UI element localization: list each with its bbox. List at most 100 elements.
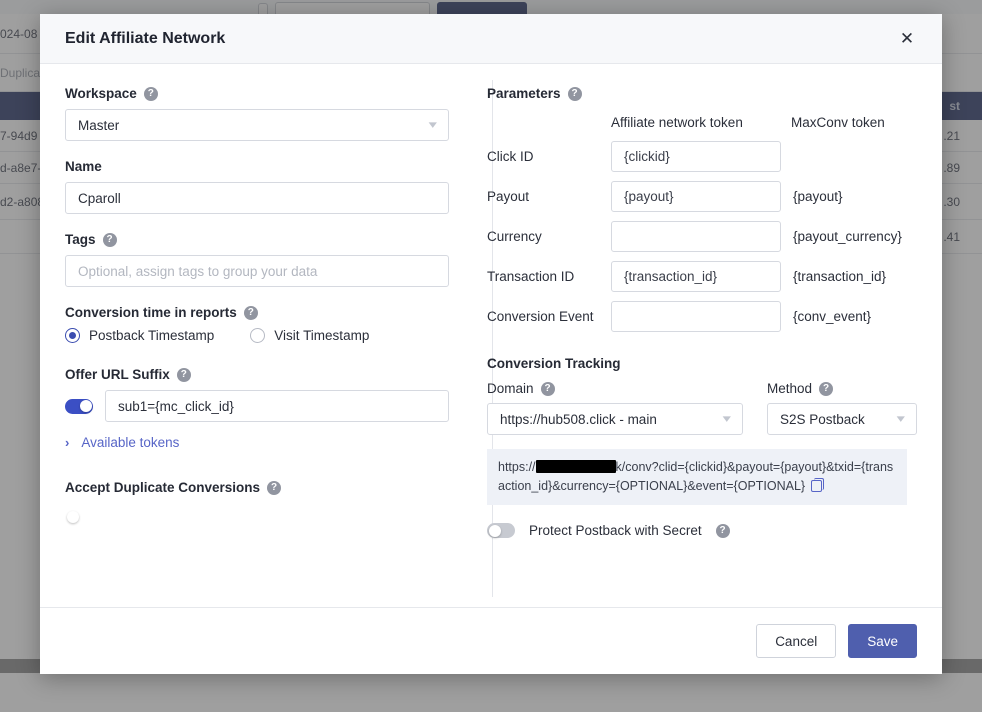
domain-method-row: Domain ? https://hub508.click - main ▾ M… [487,381,917,435]
dialog-body: Workspace ? Master ▾ Name Cparoll Tags ?… [40,64,942,607]
radio-unselected-icon [250,328,266,343]
accept-duplicate-label-row: Accept Duplicate Conversions ? [65,480,449,495]
help-icon[interactable]: ? [176,367,191,382]
tags-placeholder: Optional, assign tags to group your data [78,263,318,279]
name-field: Name Cparoll [65,159,449,214]
conversion-time-label-row: Conversion time in reports ? [65,305,449,320]
tags-field: Tags ? Optional, assign tags to group yo… [65,232,449,287]
affiliate-token-value: {clickid} [624,148,670,164]
offer-url-suffix-toggle[interactable] [65,398,93,414]
offer-url-suffix-row: sub1={mc_click_id} [65,390,449,422]
help-icon[interactable]: ? [540,381,555,396]
offer-url-suffix-label: Offer URL Suffix [65,367,170,382]
workspace-select[interactable]: Master ▾ [65,109,449,141]
parameters-label-row: Parameters ? [487,86,917,101]
parameters-column-headers: Affiliate network token MaxConv token [487,115,917,130]
domain-select-value: https://hub508.click - main [500,411,657,427]
affiliate-token-input[interactable]: {clickid} [611,140,781,172]
affiliate-token-input[interactable] [611,220,781,252]
right-column: Parameters ? Affiliate network token Max… [477,86,942,607]
maxconv-token-value: {payout} [793,188,843,204]
affiliate-token-value: {transaction_id} [624,268,718,284]
help-icon[interactable]: ? [143,86,158,101]
help-icon[interactable]: ? [819,381,834,396]
method-label-row: Method ? [767,381,917,396]
help-icon[interactable]: ? [715,523,730,538]
method-field: Method ? S2S Postback ▾ [767,381,917,435]
maxconv-token-value: {transaction_id} [793,268,887,284]
left-column: Workspace ? Master ▾ Name Cparoll Tags ?… [40,86,477,607]
protect-postback-label: Protect Postback with Secret [529,523,702,538]
close-icon[interactable]: ✕ [894,26,920,52]
name-label-row: Name [65,159,449,174]
maxconv-token-value: {conv_event} [793,308,872,324]
conversion-time-radio-group: Postback Timestamp Visit Timestamp [65,328,449,343]
domain-label-row: Domain ? [487,381,743,396]
conversion-tracking-title: Conversion Tracking [487,356,621,371]
available-tokens-label: Available tokens [81,435,180,450]
postback-url-box: https://k/conv?clid={clickid}&payout={pa… [487,449,907,505]
affiliate-token-input[interactable]: {transaction_id} [611,260,781,292]
offer-url-suffix-value: sub1={mc_click_id} [118,398,234,414]
parameter-label: Conversion Event [487,308,594,324]
offer-url-suffix-input[interactable]: sub1={mc_click_id} [105,390,449,422]
parameter-label: Transaction ID [487,268,575,284]
affiliate-token-input[interactable]: {payout} [611,180,781,212]
redaction-bar [535,460,616,473]
dialog-header: Edit Affiliate Network ✕ [40,14,942,64]
copy-icon[interactable] [811,477,825,492]
radio-visit-timestamp[interactable]: Visit Timestamp [250,328,369,343]
parameters-header-spacer [487,115,611,130]
domain-select[interactable]: https://hub508.click - main ▾ [487,403,743,435]
parameter-row-payout: Payout {payout} {payout} [487,176,917,216]
available-tokens-link[interactable]: › Available tokens [65,435,449,450]
tags-input[interactable]: Optional, assign tags to group your data [65,255,449,287]
maxconv-token-value: {payout_currency} [793,228,902,244]
domain-field: Domain ? https://hub508.click - main ▾ [487,381,743,435]
save-button[interactable]: Save [848,624,917,658]
tags-label: Tags [65,232,96,247]
chevron-down-icon: ▾ [429,118,438,131]
help-icon[interactable]: ? [102,232,117,247]
maxconv-token-column-header: MaxConv token [791,115,885,130]
help-icon[interactable]: ? [267,480,282,495]
radio-postback-timestamp[interactable]: Postback Timestamp [65,328,214,343]
protect-postback-toggle[interactable] [487,523,515,538]
help-icon[interactable]: ? [567,86,582,101]
edit-affiliate-network-dialog: Edit Affiliate Network ✕ Workspace ? Mas… [40,14,942,674]
name-input[interactable]: Cparoll [65,182,449,214]
method-label: Method [767,381,813,396]
offer-url-suffix-label-row: Offer URL Suffix ? [65,367,449,382]
conversion-time-field: Conversion time in reports ? Postback Ti… [65,305,449,343]
workspace-field: Workspace ? Master ▾ [65,86,449,141]
method-select[interactable]: S2S Postback ▾ [767,403,917,435]
parameter-label: Currency [487,228,542,244]
parameters-label: Parameters [487,86,561,101]
parameter-row-conversion-event: Conversion Event {conv_event} [487,296,917,336]
chevron-down-icon: ▾ [897,412,906,425]
accept-duplicate-label: Accept Duplicate Conversions [65,480,261,495]
chevron-right-icon: › [65,435,70,450]
protect-postback-row: Protect Postback with Secret ? [487,523,917,538]
postback-url-prefix: https:// [498,460,536,474]
workspace-select-value: Master [78,117,120,133]
workspace-label-row: Workspace ? [65,86,449,101]
help-icon[interactable]: ? [243,305,258,320]
radio-label: Postback Timestamp [89,328,215,343]
chevron-down-icon: ▾ [723,412,732,425]
cancel-button[interactable]: Cancel [756,624,837,658]
dialog-footer: Cancel Save [40,607,942,674]
method-select-value: S2S Postback [780,411,865,427]
affiliate-token-input[interactable] [611,300,781,332]
parameter-row-click-id: Click ID {clickid} [487,136,917,176]
name-label: Name [65,159,102,174]
domain-label: Domain [487,381,534,396]
parameter-row-currency: Currency {payout_currency} [487,216,917,256]
accept-duplicate-conversions-field: Accept Duplicate Conversions ? [65,480,449,495]
affiliate-token-value: {payout} [624,188,674,204]
radio-label: Visit Timestamp [274,328,370,343]
page-title: Edit Affiliate Network [65,29,226,47]
parameter-label: Click ID [487,148,534,164]
offer-url-suffix-field: Offer URL Suffix ? sub1={mc_click_id} › … [65,367,449,450]
tags-label-row: Tags ? [65,232,449,247]
